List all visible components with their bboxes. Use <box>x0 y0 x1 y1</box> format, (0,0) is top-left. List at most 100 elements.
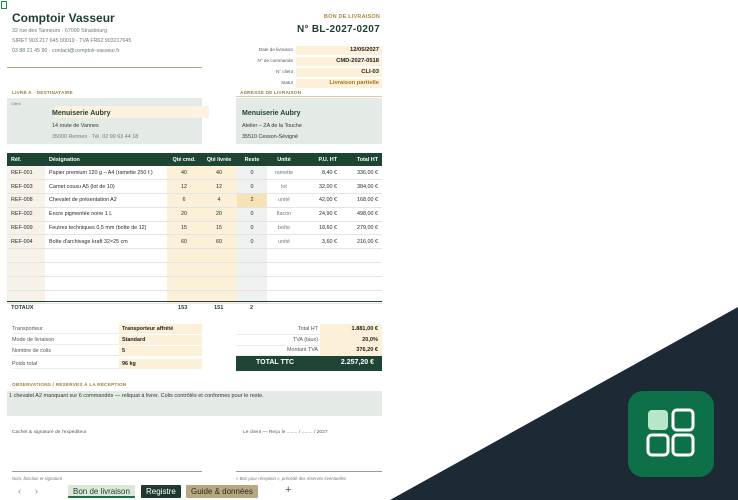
empty-cell[interactable] <box>267 262 301 277</box>
shipping-value[interactable]: Standard <box>119 335 202 345</box>
item-unit[interactable]: unité <box>267 234 301 250</box>
item-designation[interactable]: Encre pigmentée noire 1 L <box>45 207 167 222</box>
empty-cell[interactable] <box>201 262 237 277</box>
item-unit-price[interactable]: 3,60 € <box>301 234 341 250</box>
totals-qty-delivered[interactable]: 151 <box>214 305 223 311</box>
item-ref[interactable]: REF-009 <box>7 221 45 236</box>
item-designation[interactable]: Carnet cousu A5 (lot de 10) <box>45 179 167 195</box>
item-qty-ordered[interactable]: 60 <box>167 234 201 250</box>
tab-prev-icon[interactable]: ‹ <box>18 486 21 496</box>
observations-box[interactable]: 1 chevalet A2 manquant sur 6 commandés —… <box>7 391 382 416</box>
empty-cell[interactable] <box>267 248 301 264</box>
item-qty-ordered[interactable]: 6 <box>167 193 201 208</box>
delivery-line2[interactable]: 35510 Cesson-Sévigné <box>242 134 298 140</box>
delivery-name[interactable]: Menuiserie Aubry <box>242 110 300 117</box>
item-qty-delivered[interactable]: 4 <box>201 193 237 208</box>
item-unit[interactable]: lot <box>267 179 301 195</box>
item-qty-ordered[interactable]: 20 <box>167 207 201 222</box>
table-row: REF-004 Boîte d'archivage kraft 32×25 cm 6… <box>7 234 382 250</box>
empty-cell[interactable] <box>301 276 341 291</box>
table-row-empty <box>7 248 382 264</box>
empty-cell[interactable] <box>267 276 301 291</box>
company-contact: 03 88 21 45 90 · contact@comptoir-vasseu… <box>12 48 120 54</box>
item-ref[interactable]: REF-008 <box>7 193 45 208</box>
item-ref[interactable]: REF-001 <box>7 166 45 181</box>
empty-cell[interactable] <box>45 262 167 277</box>
empty-cell[interactable] <box>45 248 167 264</box>
empty-cell[interactable] <box>341 262 382 277</box>
recipient-name[interactable]: Menuiserie Aubry <box>52 110 110 117</box>
totals-label: TOTAUX <box>11 305 34 311</box>
empty-cell[interactable] <box>45 276 167 291</box>
item-unit[interactable]: unité <box>267 193 301 208</box>
meta-value[interactable]: 12/05/2027 <box>296 46 382 55</box>
empty-cell[interactable] <box>7 248 45 264</box>
empty-cell[interactable] <box>201 276 237 291</box>
summary-value[interactable]: 1.881,00 € <box>320 324 382 335</box>
item-designation[interactable]: Papier premium 120 g – A4 (ramette 250 f… <box>45 166 167 181</box>
shipping-value[interactable]: 96 kg <box>119 359 202 369</box>
item-qty-ordered[interactable]: 15 <box>167 221 201 236</box>
item-qty-delivered[interactable]: 12 <box>201 179 237 195</box>
item-unit-price[interactable]: 8,40 € <box>301 166 341 181</box>
empty-cell[interactable] <box>7 276 45 291</box>
totals-qty-ordered[interactable]: 153 <box>178 305 187 311</box>
item-designation[interactable]: Feutres techniques 0,5 mm (boîte de 12) <box>45 221 167 236</box>
empty-cell[interactable] <box>167 262 201 277</box>
item-ref[interactable]: REF-002 <box>7 207 45 222</box>
empty-cell[interactable] <box>301 248 341 264</box>
item-unit-price[interactable]: 32,00 € <box>301 179 341 195</box>
header-designation: Désignation <box>45 153 167 166</box>
shipping-value[interactable]: Transporteur affrété <box>119 324 202 334</box>
item-qty-ordered[interactable]: 40 <box>167 166 201 181</box>
shipping-value[interactable]: 5 <box>119 346 202 356</box>
meta-value[interactable]: Livraison partielle <box>296 79 382 88</box>
item-unit-price[interactable]: 42,00 € <box>301 193 341 208</box>
item-designation[interactable]: Chevalet de présentation A2 <box>45 193 167 208</box>
item-unit[interactable]: flacon <box>267 207 301 222</box>
item-unit[interactable]: boîte <box>267 221 301 236</box>
item-unit-price[interactable]: 18,60 € <box>301 221 341 236</box>
item-qty-delivered[interactable]: 40 <box>201 166 237 181</box>
cell-cursor[interactable] <box>1 1 7 9</box>
total-ttc-value[interactable]: 2.257,20 € <box>341 359 374 366</box>
empty-cell[interactable] <box>201 248 237 264</box>
empty-cell[interactable] <box>341 248 382 264</box>
tab-next-icon[interactable]: › <box>35 486 38 496</box>
meta-value[interactable]: CLI-03 <box>296 68 382 77</box>
summary-value[interactable]: 376,20 € <box>320 345 382 356</box>
client-label: Client <box>11 102 21 106</box>
item-remaining: 0 <box>237 207 267 222</box>
empty-cell[interactable] <box>167 248 201 264</box>
tab-guide-donnees[interactable]: Guide & données <box>186 485 258 498</box>
tab-registre[interactable]: Registre <box>141 485 181 498</box>
item-unit[interactable]: ramette <box>267 166 301 181</box>
item-qty-delivered[interactable]: 15 <box>201 221 237 236</box>
totals-remaining[interactable]: 2 <box>250 305 253 311</box>
item-unit-price[interactable]: 24,90 € <box>301 207 341 222</box>
item-ref[interactable]: REF-003 <box>7 179 45 195</box>
empty-cell[interactable] <box>341 276 382 291</box>
item-qty-delivered[interactable]: 20 <box>201 207 237 222</box>
company-address: 32 rue des Tanneurs · 67000 Strasbourg <box>12 28 108 34</box>
empty-cell[interactable] <box>167 276 201 291</box>
item-qty-ordered[interactable]: 12 <box>167 179 201 195</box>
empty-cell[interactable] <box>237 248 267 264</box>
recipient-city-phone[interactable]: 35000 Rennes · Tél. 02 99 63 44 18 <box>52 134 138 140</box>
item-designation[interactable]: Boîte d'archivage kraft 32×25 cm <box>45 234 167 250</box>
delivery-line1[interactable]: Atelier – ZA de la Touche <box>242 123 302 129</box>
recipient-street[interactable]: 14 route de Vannes <box>52 123 99 129</box>
item-qty-delivered[interactable]: 60 <box>201 234 237 250</box>
shipping-label: Nombre de colis <box>12 348 51 354</box>
empty-cell[interactable] <box>237 276 267 291</box>
add-sheet-icon[interactable]: + <box>285 484 291 496</box>
empty-cell[interactable] <box>301 262 341 277</box>
table-row: REF-001 Papier premium 120 g – A4 (ramett… <box>7 166 382 181</box>
empty-cell[interactable] <box>7 262 45 277</box>
item-ref[interactable]: REF-004 <box>7 234 45 250</box>
tab-bon-de-livraison[interactable]: Bon de livraison <box>68 485 135 498</box>
empty-cell[interactable] <box>237 262 267 277</box>
meta-value[interactable]: CMD-2027-0518 <box>296 57 382 66</box>
receiver-signature-line <box>236 471 382 472</box>
summary-label: Montant TVA <box>287 347 318 353</box>
